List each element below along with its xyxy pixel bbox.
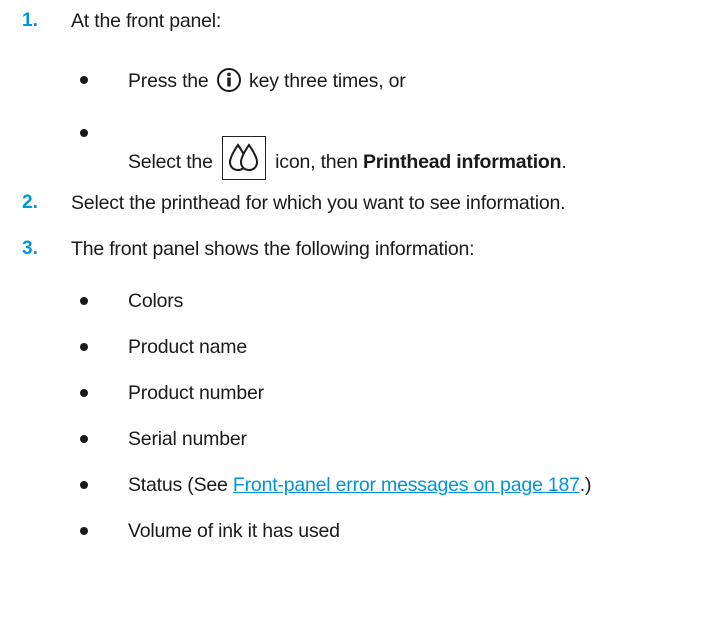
step-3-number: 3. (22, 238, 38, 259)
list-item: Colors (128, 290, 184, 312)
bullet (80, 435, 88, 443)
list-item: Serial number (128, 428, 247, 450)
list-item-status: Status (See Front-panel error messages o… (128, 472, 591, 498)
status-prefix: Status (See (128, 474, 228, 496)
front-panel-error-messages-link[interactable]: Front-panel error messages on page 187 (233, 474, 580, 496)
step-2-text: Select the printhead for which you want … (71, 192, 566, 214)
step-3-text: The front panel shows the following info… (71, 238, 475, 260)
option-press-prefix: Press the (128, 70, 209, 92)
bullet (80, 389, 88, 397)
status-suffix: .) (579, 474, 592, 496)
step-2-number: 2. (22, 192, 38, 213)
option-select-suffix: . (561, 151, 567, 173)
ink-drops-icon (221, 136, 266, 180)
bullet (80, 76, 88, 84)
list-item: Product number (128, 382, 264, 404)
option-select-middle: icon, then (275, 151, 358, 173)
step-1-option-press: Press the key three times, or (128, 67, 406, 94)
list-item: Volume of ink it has used (128, 520, 340, 542)
bullet (80, 343, 88, 351)
step-1-option-select: Select the icon, then Printhead informat… (128, 136, 567, 180)
option-press-suffix: key three times, or (249, 70, 406, 92)
list-item: Product name (128, 336, 247, 358)
bullet (80, 481, 88, 489)
info-icon (216, 67, 242, 93)
bullet (80, 129, 88, 137)
printhead-information-label: Printhead information (362, 151, 562, 173)
step-1-number: 1. (22, 10, 38, 31)
bullet (80, 527, 88, 535)
option-select-prefix: Select the (128, 151, 213, 173)
step-1-text: At the front panel: (71, 10, 222, 32)
bullet (80, 297, 88, 305)
